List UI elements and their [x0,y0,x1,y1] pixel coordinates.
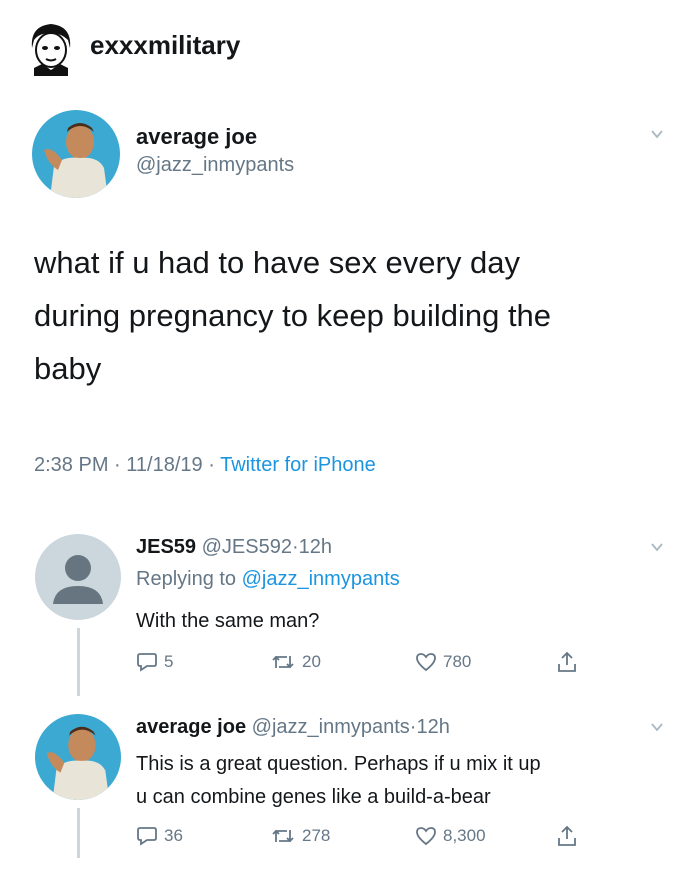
like-action[interactable]: 780 [415,652,471,672]
reply-age[interactable]: 12h [416,716,449,738]
reply-header: JES59 @JES592·12h [136,536,332,559]
heart-icon [416,827,436,846]
meta-separator: · [208,454,215,476]
thread-connector [77,628,80,696]
tweet-menu-chevron-icon[interactable] [650,127,664,146]
reply-action[interactable]: 36 [136,826,183,846]
retweet-icon [272,655,294,669]
like-action[interactable]: 8,300 [415,826,486,846]
meta-separator: · [114,454,121,476]
share-action[interactable] [556,650,578,674]
retweet-action[interactable]: 278 [270,826,330,846]
reply-display-name[interactable]: average joe [136,716,246,738]
reply-handle[interactable]: @JES592 [202,536,292,558]
reply-display-name[interactable]: JES59 [136,536,196,558]
reply-age[interactable]: 12h [299,536,332,558]
tweet-menu-chevron-icon[interactable] [650,720,664,739]
share-icon [558,825,576,846]
poster-avatar[interactable] [22,18,80,76]
tweet-date[interactable]: 11/18/19 [126,454,202,476]
person-photo-icon [35,714,121,800]
replying-to-handle[interactable]: @jazz_inmypants [242,568,400,590]
tweet-text-line: baby [34,351,102,386]
like-count: 8,300 [443,826,486,845]
tweet-time[interactable]: 2:38 PM [34,454,108,476]
tweet-text-line: what if u had to have sex every day [34,245,520,280]
author-display-name[interactable]: average joe [136,124,257,150]
thread-connector [77,808,80,858]
reply-count: 36 [164,826,183,845]
reply-bubble-icon [137,653,157,672]
like-count: 780 [443,652,472,671]
tweet-text: what if u had to have sex every day duri… [34,236,551,395]
cartoon-face-icon [22,18,80,76]
tweet-meta: 2:38 PM · 11/18/19 · Twitter for iPhone [34,454,376,477]
reply-text: With the same man? [136,610,320,632]
meta-separator: · [291,536,299,558]
reply-header: average joe @jazz_inmypants·12h [136,716,450,739]
tweet-source-link[interactable]: Twitter for iPhone [220,454,376,476]
author-handle[interactable]: @jazz_inmypants [136,154,294,177]
reply-avatar-default[interactable] [35,534,121,620]
poster-username[interactable]: exxxmilitary [90,30,240,61]
retweet-icon [272,829,294,843]
share-icon [558,651,576,672]
tweet-text-line: during pregnancy to keep building the [34,298,552,333]
share-action[interactable] [556,824,578,848]
heart-icon [416,653,436,672]
retweet-count: 278 [302,826,331,845]
retweet-count: 20 [302,652,321,671]
person-photo-icon [32,110,120,198]
reply-text-line: u can combine genes like a build-a-bear [136,786,491,808]
retweet-action[interactable]: 20 [270,652,321,672]
reply-bubble-icon [137,827,157,846]
tweet-menu-chevron-icon[interactable] [650,540,664,559]
reply-text-line: This is a great question. Perhaps if u m… [136,753,541,775]
replying-to: Replying to @jazz_inmypants [136,568,400,591]
author-avatar[interactable] [32,110,120,198]
reply-action[interactable]: 5 [136,652,173,672]
reply-count: 5 [164,652,174,671]
reply-text: This is a great question. Perhaps if u m… [136,748,541,814]
default-profile-icon [53,555,103,604]
replying-to-label: Replying to [136,568,237,590]
reply-handle[interactable]: @jazz_inmypants [252,716,410,738]
reply-author-avatar[interactable] [35,714,121,800]
